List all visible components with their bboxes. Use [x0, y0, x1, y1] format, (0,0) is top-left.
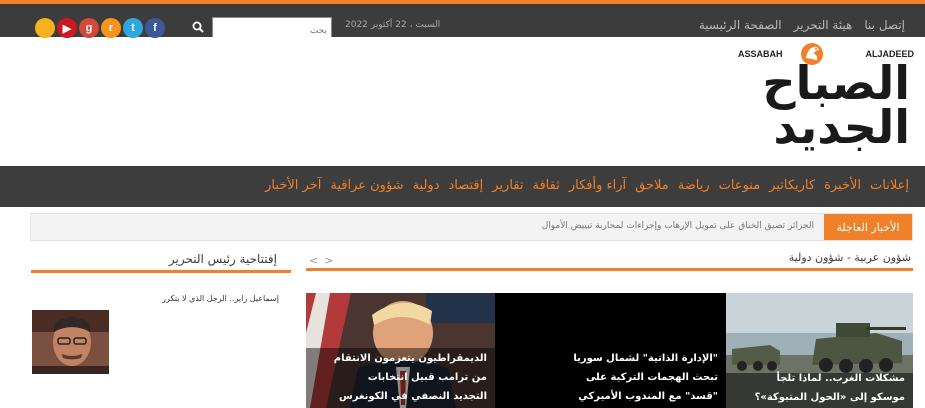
nav-item-supplements[interactable]: ملاحق — [635, 178, 669, 193]
search-box — [212, 17, 332, 40]
feature-card-2[interactable]: "الإدارة الذاتية" لشمال سوريا تبحث الهجم… — [495, 293, 726, 408]
twitter-icon[interactable]: t — [123, 18, 143, 38]
feature-2-line-3: "قسد" مع المندوب الأميركي — [578, 391, 718, 402]
author-portrait-image — [32, 310, 109, 374]
breaking-news-bar: الأخبار العاجلة الجزائر تصيق الخناق على … — [30, 213, 913, 241]
sidebar-title: إفتتاحية رئيس التحرير — [168, 252, 277, 266]
current-date: السبت ، 22 أكتوبر 2022 — [345, 20, 441, 30]
nav-item-sports[interactable]: رياضة — [678, 178, 710, 193]
social-icons: ▶ g r t f — [35, 18, 165, 38]
nav-item-iraqi-affairs[interactable]: شؤون عراقية — [330, 178, 403, 193]
main-nav-items: آخر الأخبار شؤون عراقية دولية إقتصاد تقا… — [265, 178, 909, 193]
feature-1-line-2: من ترامب قبيل انتخابات — [367, 372, 487, 383]
top-nav-editorial-link[interactable]: هيئة التحرير — [794, 18, 853, 32]
nav-item-international[interactable]: دولية — [413, 178, 440, 193]
nav-item-latest[interactable]: آخر الأخبار — [265, 178, 321, 193]
feature-3-line-1: مشكلات الغرب.. لماذا تلجأ — [776, 373, 905, 384]
nav-item-culture[interactable]: ثقافة — [533, 178, 560, 193]
search-input[interactable] — [213, 22, 331, 40]
nav-item-last-page[interactable]: الأخيرة — [824, 178, 861, 193]
chevron-left-icon[interactable]: < — [309, 254, 318, 267]
sidebar-underline — [31, 270, 291, 273]
feature-1-line-1: الديمقراطيون يتعزمون الانتقام — [333, 353, 487, 364]
chevron-right-icon[interactable]: > — [324, 254, 333, 267]
extra-icon[interactable] — [35, 18, 55, 38]
nav-item-economy[interactable]: إقتصاد — [448, 178, 483, 193]
section-slider-arrows: < > — [309, 254, 333, 267]
section-underline — [306, 268, 913, 271]
search-button[interactable] — [186, 17, 210, 37]
nav-item-ads[interactable]: إعلانات — [870, 178, 909, 193]
facebook-icon[interactable]: f — [145, 18, 165, 38]
section-title[interactable]: شؤون عربية - شؤون دولية — [789, 251, 911, 264]
top-nav-home-link[interactable]: الصفحة الرئيسية — [699, 18, 782, 32]
logo-text-ar-line2-label: الجديد — [773, 100, 910, 154]
feature-2-line-1: "الإدارة الذاتية" لشمال سوريا — [573, 353, 718, 364]
nav-item-opinions[interactable]: آراء وأفكار — [569, 178, 626, 193]
logo-text-ar-line2: الجديد — [773, 104, 910, 150]
feature-3-line-2: موسكو إلى «الحول المتبوكة»؟ — [754, 392, 905, 403]
nav-item-caricature[interactable]: كاريكاتير — [769, 178, 815, 193]
top-nav: الصفحة الرئيسية هيئة التحرير إتصل بنا — [699, 18, 905, 32]
author-photo[interactable] — [32, 310, 109, 374]
feature-2-line-2: تبحث الهجمات التركية على — [585, 372, 718, 383]
top-nav-contact-link[interactable]: إتصل بنا — [864, 18, 905, 32]
nav-item-reports[interactable]: تقارير — [492, 178, 523, 193]
feature-1-line-3: التجديد النصفي في الكونغرس — [338, 391, 487, 402]
site-logo[interactable]: ASSABAH ALJADEED الصباح الجديد — [738, 43, 914, 150]
breaking-news-headline[interactable]: الجزائر تصيق الخناق على تمويل الإرهاب وإ… — [542, 221, 814, 231]
main-nav: آخر الأخبار شؤون عراقية دولية إقتصاد تقا… — [0, 166, 925, 207]
feature-card-3[interactable]: مشكلات الغرب.. لماذا تلجأ موسكو إلى «الح… — [726, 293, 913, 408]
nav-item-misc[interactable]: منوعات — [719, 178, 761, 193]
breaking-news-label: الأخبار العاجلة — [824, 214, 912, 240]
google-plus-icon[interactable]: g — [79, 18, 99, 38]
rss-icon[interactable]: r — [101, 18, 121, 38]
youtube-icon[interactable]: ▶ — [57, 18, 77, 38]
editorial-author-link[interactable]: إسماعيل زاير.. الرجل الذي لا يتكرر — [162, 294, 279, 303]
top-bar: الصفحة الرئيسية هيئة التحرير إتصل بنا ال… — [0, 0, 925, 40]
search-icon — [192, 21, 204, 33]
feature-card-1[interactable]: الديمقراطيون يتعزمون الانتقام من ترامب ق… — [306, 293, 495, 408]
